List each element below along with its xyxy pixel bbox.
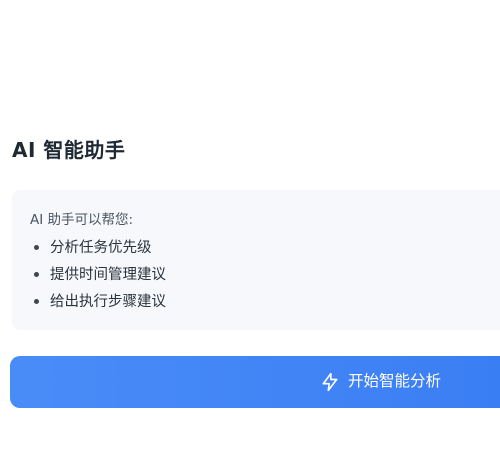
list-item: 给出执行步骤建议 xyxy=(30,292,166,319)
button-content: 开始智能分析 xyxy=(320,370,441,394)
page-title: AI 智能助手 xyxy=(12,138,126,162)
ai-assistant-page: AI 智能助手 AI 助手可以帮您: 分析任务优先级 提供时间管理建议 给出执行… xyxy=(0,0,500,462)
start-analysis-label: 开始智能分析 xyxy=(348,373,442,390)
list-item-label: 提供时间管理建议 xyxy=(50,267,166,283)
capabilities-panel: AI 助手可以帮您: 分析任务优先级 提供时间管理建议 给出执行步骤建议 xyxy=(12,190,500,330)
bullet-icon xyxy=(34,272,39,277)
list-item-label: 分析任务优先级 xyxy=(50,240,152,256)
capabilities-intro: AI 助手可以帮您: xyxy=(30,212,134,228)
start-analysis-button[interactable]: 开始智能分析 xyxy=(10,356,500,408)
list-item-label: 给出执行步骤建议 xyxy=(50,294,166,310)
bullet-icon xyxy=(34,299,39,304)
list-item: 分析任务优先级 xyxy=(30,238,166,265)
capabilities-list: 分析任务优先级 提供时间管理建议 给出执行步骤建议 xyxy=(30,238,166,319)
sparkle-icon xyxy=(320,372,340,392)
list-item: 提供时间管理建议 xyxy=(30,265,166,292)
bullet-icon xyxy=(34,245,39,250)
